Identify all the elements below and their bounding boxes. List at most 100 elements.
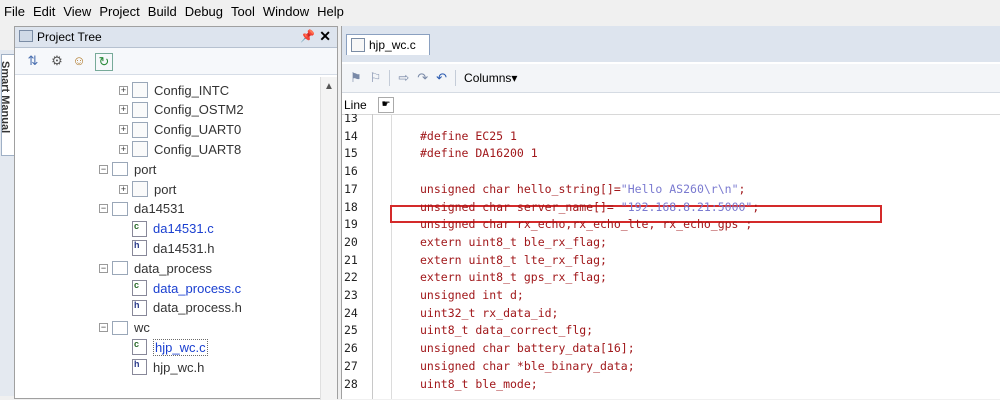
code-text: unsigned char rx_echo,rx_echo_lte, rx_ec… [420, 217, 752, 231]
menu-window[interactable]: Window [259, 4, 313, 19]
tree-node[interactable]: + port [119, 180, 176, 198]
hand-icon[interactable]: ☛ [378, 97, 394, 113]
code-line: 15 #define DA16200 1 [342, 145, 1000, 161]
tree-node-label: data_process.c [153, 280, 242, 296]
expand-icon[interactable]: + [119, 105, 128, 115]
undo-icon[interactable]: ↶ [436, 70, 447, 86]
toolbar-separator [455, 70, 457, 86]
line-number: 14 [344, 128, 358, 143]
tree-node[interactable]: h da14531.h [119, 239, 214, 257]
folder-icon [112, 261, 128, 276]
tree-scrollbar[interactable]: ▲ [320, 77, 337, 400]
refresh-icon[interactable]: ↻ [95, 53, 113, 71]
columns-dropdown[interactable]: Columns▾ [464, 71, 517, 85]
code-text: #define DA16200 1 [420, 146, 538, 160]
toolbar-separator [389, 70, 391, 86]
bookmark-next-icon[interactable]: ⚐ [370, 70, 382, 86]
forward-icon[interactable]: ⇨ [398, 70, 409, 86]
tree-node[interactable]: h hjp_wc.h [119, 358, 204, 376]
menu-file[interactable]: File [0, 4, 29, 19]
editor-gutter-header: Line ☛ [342, 96, 1000, 115]
tree-node-label: Config_UART0 [154, 122, 242, 138]
code-text: uint32_t rx_data_id; [420, 306, 558, 320]
code-text-part: unsigned char server_name[]= [420, 199, 621, 214]
menu-build[interactable]: Build [144, 4, 181, 19]
code-text: unsigned char battery_data[16]; [420, 341, 635, 355]
menu-tool[interactable]: Tool [227, 4, 259, 19]
tree-node-label: hjp_wc.h [153, 359, 205, 375]
menu-edit[interactable]: Edit [29, 4, 59, 19]
tree-node-label: Config_UART8 [154, 141, 242, 157]
code-text-part: uint8_t ble_mode; [420, 376, 538, 391]
scroll-up-icon[interactable]: ▲ [324, 81, 334, 92]
code-text-part: extern uint8_t ble_rx_flag; [420, 234, 607, 249]
menu-debug[interactable]: Debug [181, 4, 227, 19]
line-number: 28 [344, 376, 358, 391]
tree-node-label: port [154, 181, 177, 197]
menu-project[interactable]: Project [95, 4, 143, 19]
tree-node[interactable]: h data_process.h [119, 299, 242, 317]
pin-icon[interactable]: 📌 [300, 29, 315, 43]
code-line: 28 uint8_t ble_mode; [342, 376, 1000, 392]
tree-node[interactable]: + Config_INTC [119, 81, 229, 99]
code-line: 13 [342, 114, 1000, 126]
collapse-icon[interactable]: − [99, 323, 108, 333]
line-number: 25 [344, 323, 358, 338]
sort-icon[interactable]: ⇅ [25, 53, 41, 69]
tree-node[interactable]: c da14531.c [119, 220, 214, 238]
project-tree: + Config_INTC + Config_OSTM2 + Config_UART0 + C… [15, 77, 337, 400]
code-text: extern uint8_t gps_rx_flag; [420, 270, 607, 284]
tree-node-label: wc [134, 320, 150, 336]
expand-icon[interactable]: + [119, 184, 128, 194]
code-text: unsigned char *ble_binary_data; [420, 359, 635, 373]
project-tree-toolbar: ⇅ ⚙ ☺ ↻ [15, 48, 337, 75]
code-text-part: unsigned char *ble_binary_data; [420, 358, 635, 373]
line-number: 23 [344, 288, 358, 302]
redo-icon[interactable]: ↷ [417, 70, 428, 86]
tree-node[interactable]: + Config_OSTM2 [119, 101, 244, 119]
code-text: uint8_t data_correct_flg; [420, 323, 593, 337]
code-line: 16 [342, 163, 1000, 179]
user-icon[interactable]: ☺ [71, 53, 87, 69]
tree-node[interactable]: + Config_UART8 [119, 140, 241, 158]
code-text: uint8_t ble_mode; [420, 377, 538, 391]
collapse-icon[interactable]: − [99, 263, 108, 273]
tree-node[interactable]: − da14531 [99, 200, 185, 218]
tree-node-label: data_process.h [153, 300, 242, 316]
tab-hjp-wc-c[interactable]: hjp_wc.c [346, 34, 430, 55]
code-text: #define EC25 1 [420, 129, 517, 143]
collapse-icon[interactable]: − [99, 164, 108, 174]
line-number: 13 [344, 114, 358, 125]
tree-node[interactable]: − port [99, 160, 156, 178]
tree-node[interactable]: + Config_UART0 [119, 121, 241, 139]
code-text-part: unsigned char rx_echo,rx_echo_lte, rx_ec… [420, 217, 753, 232]
bookmark-icon[interactable]: ⚑ [350, 70, 362, 86]
settings-icon[interactable]: ⚙ [49, 53, 65, 69]
editor-tab-strip: hjp_wc.c [342, 26, 1000, 62]
smart-manual-tab[interactable]: Smart Manual [0, 54, 15, 156]
code-area[interactable]: 13 14 #define EC25 1 15 #define DA16200 1 16 1… [342, 114, 1000, 399]
tree-node[interactable]: − wc [99, 319, 150, 337]
tree-node[interactable]: c hjp_wc.c [119, 338, 208, 356]
menu-view[interactable]: View [59, 4, 95, 19]
tree-node-label: data_process [134, 260, 213, 276]
line-header: Line [344, 98, 367, 112]
code-text-part: uint8_t data_correct_flg; [420, 323, 594, 338]
collapse-icon[interactable]: − [99, 204, 108, 214]
menu-help[interactable]: Help [313, 4, 348, 19]
code-text-part: unsigned char hello_string[]= [420, 181, 621, 196]
expand-icon[interactable]: + [119, 144, 128, 154]
tree-node[interactable]: c data_process.c [119, 279, 241, 297]
expand-icon[interactable]: + [119, 125, 128, 135]
smart-manual-label: Smart Manual [0, 61, 11, 134]
close-icon[interactable]: ✕ [319, 28, 331, 45]
tree-node-label: hjp_wc.c [153, 338, 208, 356]
code-text: unsigned char hello_string[]="Hello AS26… [420, 182, 745, 196]
expand-icon[interactable]: + [119, 85, 128, 95]
line-number: 17 [344, 181, 358, 196]
h-file-icon: h [132, 240, 147, 257]
code-text-part: unsigned char battery_data[16]; [420, 341, 635, 356]
tree-node[interactable]: − data_process [99, 259, 212, 277]
line-number: 16 [344, 164, 358, 179]
line-number: 26 [344, 341, 358, 356]
